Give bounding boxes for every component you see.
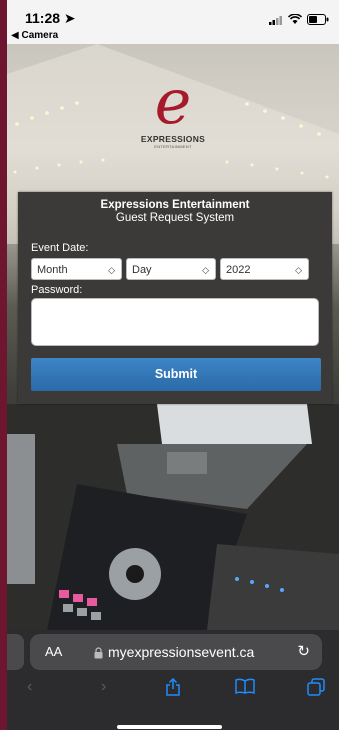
logo-name: EXPRESSIONS xyxy=(140,134,206,144)
wifi-icon xyxy=(288,14,302,24)
month-select[interactable]: Month ◇ xyxy=(31,258,122,280)
year-select-value: 2022 xyxy=(226,264,251,276)
cellular-signal-icon xyxy=(269,15,282,25)
share-icon[interactable] xyxy=(165,677,181,701)
month-select-value: Month xyxy=(37,264,68,276)
tabs-icon[interactable] xyxy=(307,678,325,701)
brand-logo: e EXPRESSIONS ENTERTAINMENT xyxy=(125,65,221,150)
status-bar: 11:28 ➤ ◀ Camera xyxy=(7,0,339,44)
password-label: Password: xyxy=(31,284,83,296)
lock-icon xyxy=(94,646,103,664)
dj-equipment-photo xyxy=(7,404,339,630)
phone-screen: 11:28 ➤ ◀ Camera e EXPRESSIONS ENTERTAIN… xyxy=(7,0,339,730)
battery-icon xyxy=(307,14,329,25)
year-select[interactable]: 2022 ◇ xyxy=(220,258,309,280)
browser-toolbar: ‹ › xyxy=(7,677,339,702)
form-title: Expressions Entertainment xyxy=(100,199,250,211)
submit-button[interactable]: Submit xyxy=(31,358,321,391)
status-icons xyxy=(269,14,329,25)
bookmarks-icon[interactable] xyxy=(235,678,255,699)
password-input[interactable] xyxy=(31,298,319,346)
previous-tab-peek[interactable] xyxy=(7,634,24,670)
back-to-camera-link[interactable]: ◀ Camera xyxy=(11,30,58,41)
day-chevron-icon: ◇ xyxy=(202,265,209,275)
home-indicator xyxy=(117,725,222,729)
safari-bottom-bar: AA myexpressionsevent.ca ↻ ‹ › xyxy=(7,630,339,730)
guest-request-form: Expressions Entertainment Guest Request … xyxy=(18,192,332,404)
logo-letter: e xyxy=(154,65,192,138)
status-time: 11:28 ➤ xyxy=(25,10,76,26)
logo-tagline: ENTERTAINMENT xyxy=(154,144,192,149)
reload-icon[interactable]: ↻ xyxy=(297,642,310,660)
day-select[interactable]: Day ◇ xyxy=(126,258,216,280)
reader-aa-button[interactable]: AA xyxy=(45,644,62,659)
event-date-label: Event Date: xyxy=(31,242,89,254)
month-chevron-icon: ◇ xyxy=(108,265,115,275)
url-text: myexpressionsevent.ca xyxy=(108,644,255,660)
day-select-value: Day xyxy=(132,264,152,276)
forward-icon[interactable]: › xyxy=(101,678,106,696)
form-subtitle: Guest Request System xyxy=(115,212,235,224)
back-icon[interactable]: ‹ xyxy=(27,678,32,696)
address-bar[interactable]: AA myexpressionsevent.ca ↻ xyxy=(30,634,322,670)
year-chevron-icon: ◇ xyxy=(295,265,302,275)
